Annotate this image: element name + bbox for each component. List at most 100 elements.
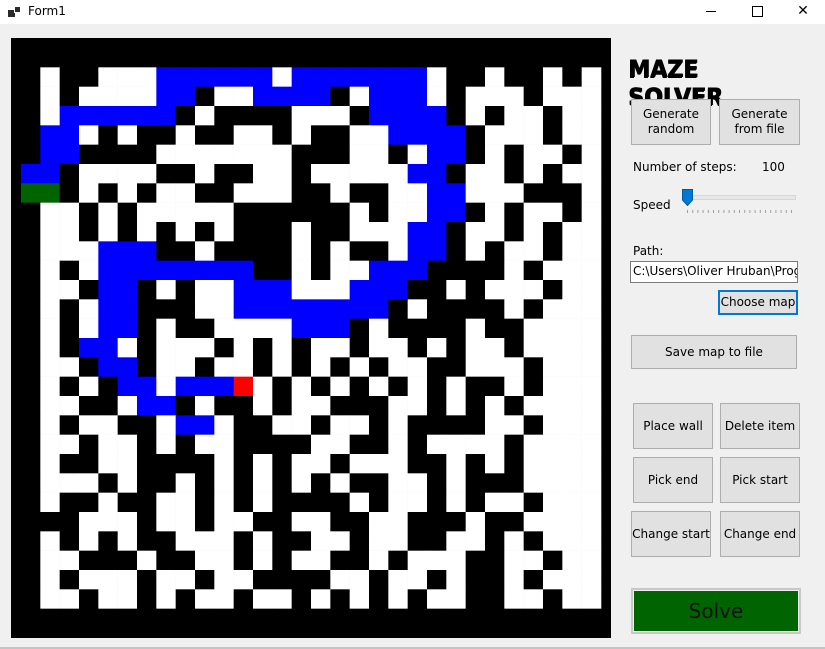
maze-wall[interactable] [523,608,544,629]
maze-floor[interactable] [504,492,524,513]
maze-floor[interactable] [446,473,466,493]
maze-floor[interactable] [388,164,408,184]
maze-floor[interactable] [446,550,466,571]
maze-wall[interactable] [21,570,41,590]
maze-wall[interactable] [330,144,350,165]
maze-wall[interactable] [311,241,331,261]
maze-floor[interactable] [253,318,273,339]
maze-wall[interactable] [175,318,196,339]
maze-floor[interactable] [195,241,215,261]
maze-floor[interactable] [137,222,157,242]
maze-wall[interactable] [543,241,563,261]
maze-floor[interactable] [504,183,524,203]
maze-path-cell[interactable] [446,183,466,203]
maze-floor[interactable] [117,67,138,87]
maze-floor[interactable] [446,492,466,513]
maze-wall[interactable] [504,202,524,223]
maze-wall[interactable] [427,512,447,532]
maze-wall[interactable] [311,183,331,203]
maze-floor[interactable] [156,144,176,165]
maze-floor[interactable] [581,415,602,435]
maze-path-cell[interactable] [427,183,447,203]
maze-floor[interactable] [253,589,273,609]
maze-wall[interactable] [137,357,157,377]
maze-wall[interactable] [233,454,254,474]
maze-floor[interactable] [523,338,544,358]
maze-floor[interactable] [562,570,582,590]
maze-floor[interactable] [465,106,486,126]
maze-wall[interactable] [465,144,486,165]
maze-wall[interactable] [214,125,234,145]
maze-wall[interactable] [137,280,157,300]
maze-floor[interactable] [581,473,602,493]
maze-floor[interactable] [349,164,370,184]
maze-wall[interactable] [98,531,118,551]
maze-floor[interactable] [214,589,234,609]
maze-floor[interactable] [562,125,582,145]
maze-wall[interactable] [214,338,234,358]
maze-wall[interactable] [59,570,80,590]
maze-wall[interactable] [233,550,254,571]
maze-floor[interactable] [446,589,466,609]
maze-floor[interactable] [156,415,176,435]
maze-wall[interactable] [21,415,41,435]
maze-floor[interactable] [98,512,118,532]
maze-floor[interactable] [349,570,370,590]
maze-wall[interactable] [253,570,273,590]
maze-floor[interactable] [523,589,544,609]
maze-path-cell[interactable] [175,376,196,397]
maze-wall[interactable] [446,48,466,68]
maze-path-cell[interactable] [407,164,428,184]
maze-wall[interactable] [233,222,254,242]
maze-wall[interactable] [427,608,447,629]
maze-path-cell[interactable] [175,67,196,87]
maze-wall[interactable] [21,589,41,609]
maze-wall[interactable] [446,86,466,107]
maze-wall[interactable] [195,608,215,629]
maze-floor[interactable] [369,164,389,184]
maze-floor[interactable] [388,396,408,416]
maze-wall[interactable] [21,338,41,358]
maze-floor[interactable] [79,241,99,261]
maze-floor[interactable] [504,280,524,300]
maze-wall[interactable] [349,106,370,126]
maze-wall[interactable] [465,589,486,609]
maze-floor[interactable] [253,376,273,397]
maze-floor[interactable] [233,512,254,532]
maze-path-cell[interactable] [98,357,118,377]
maze-wall[interactable] [523,357,544,377]
maze-floor[interactable] [543,318,563,339]
maze-floor[interactable] [504,299,524,319]
maze-floor[interactable] [79,260,99,281]
maze-floor[interactable] [349,125,370,145]
maze-floor[interactable] [175,512,196,532]
maze-wall[interactable] [156,299,176,319]
maze-floor[interactable] [214,222,234,242]
maze-floor[interactable] [330,338,350,358]
maze-floor[interactable] [214,434,234,455]
maze-wall[interactable] [446,415,466,435]
maze-wall[interactable] [253,260,273,281]
maze-floor[interactable] [349,589,370,609]
maze-path-cell[interactable] [291,86,312,107]
maze-wall[interactable] [175,608,196,629]
maze-wall[interactable] [465,550,486,571]
maze-wall[interactable] [465,280,486,300]
maze-floor[interactable] [40,280,60,300]
maze-wall[interactable] [465,570,486,590]
maze-floor[interactable] [581,338,602,358]
maze-wall[interactable] [485,299,505,319]
maze-floor[interactable] [40,106,60,126]
maze-floor[interactable] [388,415,408,435]
maze-floor[interactable] [253,164,273,184]
maze-wall[interactable] [523,531,544,551]
maze-wall[interactable] [349,550,370,571]
maze-wall[interactable] [272,376,292,397]
maze-path-cell[interactable] [311,86,331,107]
maze-wall[interactable] [465,48,486,68]
maze-floor[interactable] [175,473,196,493]
maze-path-cell[interactable] [253,299,273,319]
maze-path-cell[interactable] [214,260,234,281]
maze-wall[interactable] [59,608,80,629]
maze-floor[interactable] [156,280,176,300]
